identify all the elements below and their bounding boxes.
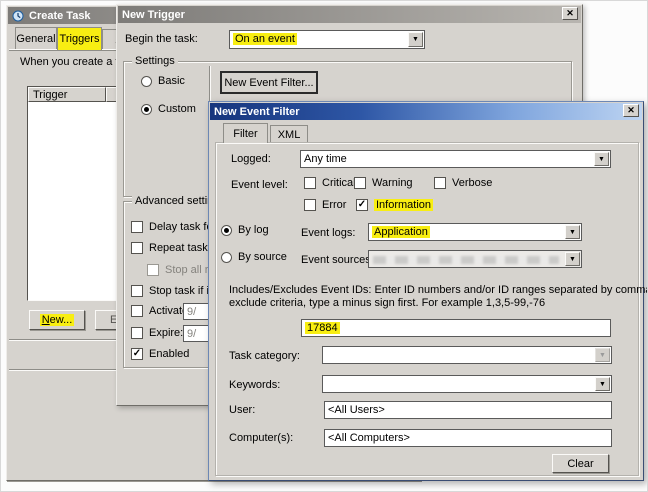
tab-general[interactable]: General (15, 27, 57, 50)
event-ids-value: 17884 (305, 322, 340, 334)
checkbox-box (131, 285, 143, 297)
begin-task-combobox[interactable]: On an event ▼ (229, 30, 425, 49)
checkbox-box (131, 242, 143, 254)
radio-by-log[interactable]: By log (221, 224, 269, 236)
settings-group-label: Settings (132, 55, 178, 67)
checkbox-delay-task[interactable]: Delay task for: (131, 221, 219, 233)
chevron-down-icon[interactable]: ▼ (595, 377, 610, 391)
clear-button[interactable]: Clear (552, 454, 609, 473)
new-trigger-title: New Trigger (122, 9, 185, 21)
create-task-title: Create Task (29, 10, 91, 22)
checkbox-warning[interactable]: Warning (354, 177, 413, 189)
event-level-label: Event level: (231, 179, 288, 191)
logged-combobox[interactable]: Any time ▼ (300, 150, 611, 168)
checkbox-expire[interactable]: Expire: (131, 327, 183, 339)
tab-xml[interactable]: XML (270, 125, 308, 143)
new-event-filter-dialog: New Event Filter ✕ Filter XML Logged: An… (208, 101, 644, 481)
chevron-down-icon[interactable]: ▼ (594, 152, 609, 166)
radio-circle-selected (141, 104, 152, 115)
clock-icon (12, 10, 24, 22)
checkbox-box (434, 177, 446, 189)
checkbox-box (131, 221, 143, 233)
checkbox-box (131, 305, 143, 317)
tab-filter[interactable]: Filter (223, 123, 268, 143)
user-input[interactable]: <All Users> (324, 401, 612, 419)
new-trigger-titlebar[interactable]: New Trigger (118, 6, 581, 23)
radio-circle (221, 252, 232, 263)
checkbox-box (304, 177, 316, 189)
computers-input[interactable]: <All Computers> (324, 429, 612, 447)
radio-circle-selected (221, 225, 232, 236)
logged-value: Any time (304, 153, 347, 165)
event-ids-help-line1: Includes/Excludes Event IDs: Enter ID nu… (229, 284, 648, 296)
task-category-label: Task category: (229, 350, 300, 362)
checkbox-information[interactable]: ✓ Information (356, 199, 433, 211)
new-event-filter-button[interactable]: New Event Filter... (220, 71, 318, 94)
radio-custom[interactable]: Custom (141, 103, 196, 115)
chevron-down-icon[interactable]: ▼ (565, 252, 580, 266)
create-task-intro: When you create a ta (20, 56, 125, 68)
radio-by-source[interactable]: By source (221, 251, 287, 263)
user-value: <All Users> (328, 404, 385, 416)
trigger-column-header[interactable]: Trigger (28, 87, 106, 102)
keywords-label: Keywords: (229, 379, 280, 391)
checkbox-box (131, 327, 143, 339)
user-label: User: (229, 404, 255, 416)
begin-task-label: Begin the task: (125, 33, 198, 45)
task-category-combobox[interactable]: ▼ (322, 346, 612, 364)
tab-triggers[interactable]: Triggers (57, 27, 102, 50)
event-logs-combobox[interactable]: Application ▼ (368, 223, 582, 241)
checkbox-error[interactable]: Error (304, 199, 346, 211)
radio-circle (141, 76, 152, 87)
keywords-combobox[interactable]: ▼ (322, 375, 612, 393)
computers-label: Computer(s): (229, 432, 293, 444)
event-logs-label: Event logs: (301, 227, 355, 239)
chevron-down-icon[interactable]: ▼ (565, 225, 580, 239)
event-ids-input[interactable]: 17884 (301, 319, 611, 337)
checkbox-box-checked: ✓ (356, 199, 368, 211)
event-sources-combobox[interactable]: ▼ (368, 250, 582, 268)
checkbox-box (147, 264, 159, 276)
event-logs-value: Application (372, 226, 430, 238)
new-event-filter-titlebar[interactable]: New Event Filter (210, 103, 642, 120)
radio-basic[interactable]: Basic (141, 75, 185, 87)
checkbox-box (354, 177, 366, 189)
new-trigger-button[interactable]: New... (29, 310, 85, 330)
check-mark: ✓ (358, 200, 366, 210)
checkbox-verbose[interactable]: Verbose (434, 177, 492, 189)
event-sources-redacted-value (373, 256, 559, 264)
logged-label: Logged: (231, 153, 271, 165)
filter-tab-page (215, 142, 639, 476)
checkbox-box (304, 199, 316, 211)
event-sources-label: Event sources: (301, 254, 374, 266)
close-icon[interactable]: ✕ (562, 7, 578, 20)
computers-value: <All Computers> (328, 432, 410, 444)
event-ids-help-line2: exclude criteria, type a minus sign firs… (229, 297, 545, 309)
begin-task-value: On an event (233, 33, 297, 45)
chevron-down-icon: ▼ (595, 348, 610, 362)
new-button-label: New... (40, 314, 75, 326)
new-event-filter-title: New Event Filter (214, 106, 300, 118)
check-mark: ✓ (133, 349, 141, 359)
checkbox-enabled[interactable]: ✓ Enabled (131, 348, 189, 360)
checkbox-critical[interactable]: Critical (304, 177, 356, 189)
close-icon[interactable]: ✕ (623, 104, 639, 117)
chevron-down-icon[interactable]: ▼ (408, 32, 423, 47)
checkbox-box-checked: ✓ (131, 348, 143, 360)
checkbox-stop-all-disabled: Stop all r (147, 264, 208, 276)
screenshot-root: Create Task General Triggers Ac When you… (0, 0, 648, 492)
